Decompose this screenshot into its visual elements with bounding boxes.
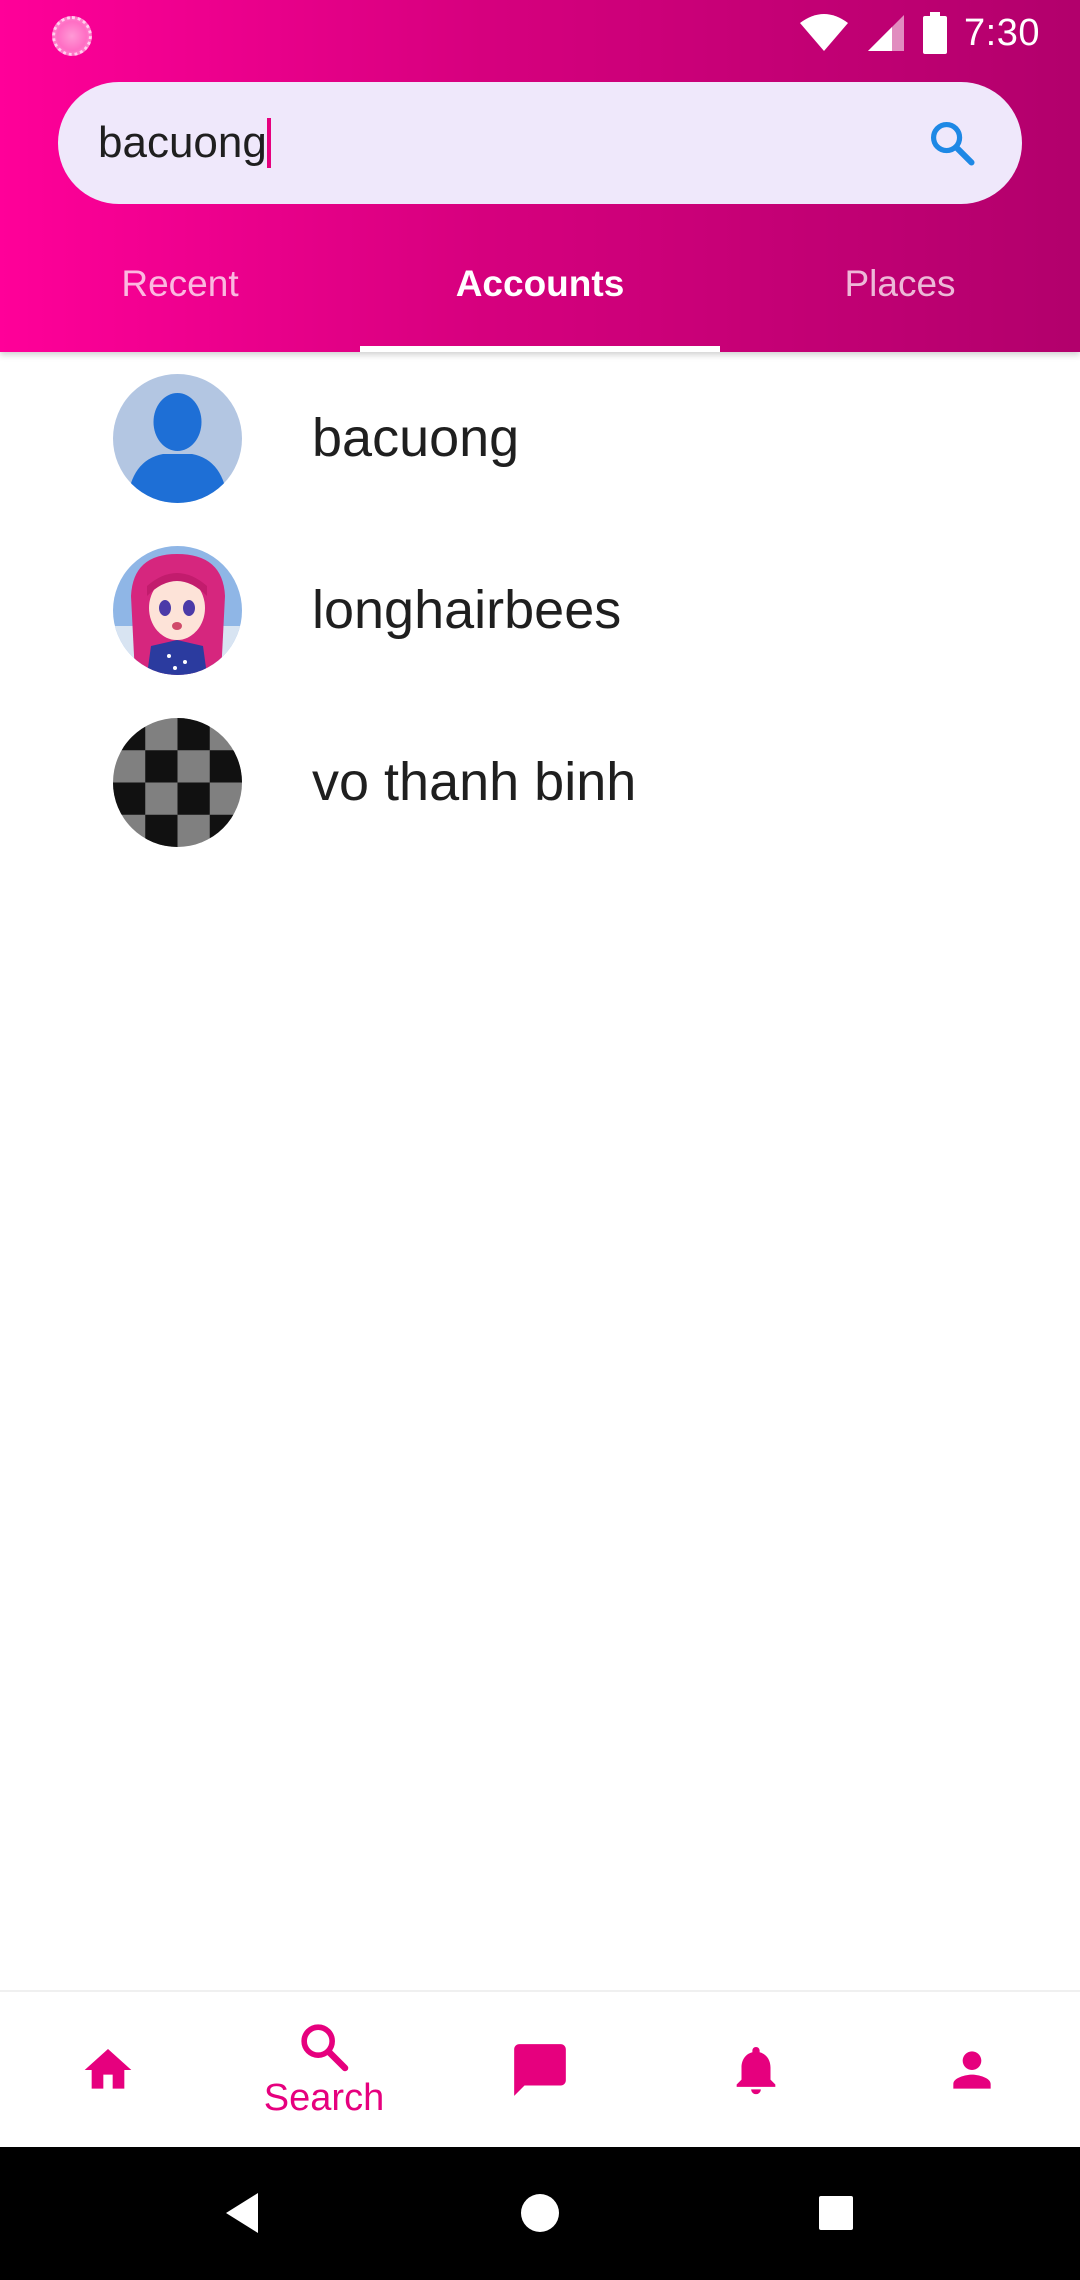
bell-icon bbox=[736, 2046, 776, 2094]
avatar bbox=[113, 717, 242, 847]
battery-icon bbox=[923, 12, 948, 54]
system-back-button[interactable] bbox=[210, 2181, 274, 2245]
account-result-item[interactable]: longhairbees bbox=[0, 524, 1080, 696]
status-time: 7:30 bbox=[964, 11, 1040, 54]
search-tabs: Recent Accounts Places bbox=[0, 236, 1080, 352]
avatar bbox=[113, 373, 242, 503]
nav-search[interactable]: Search bbox=[216, 1992, 432, 2147]
tab-places[interactable]: Places bbox=[720, 236, 1080, 352]
nav-messages[interactable] bbox=[432, 1992, 648, 2147]
wifi-icon bbox=[800, 14, 849, 51]
nav-search-label: Search bbox=[263, 2077, 385, 2119]
system-home-button[interactable] bbox=[508, 2181, 572, 2245]
search-icon bbox=[930, 121, 975, 166]
status-icons: 7:30 bbox=[798, 8, 1040, 58]
person-icon bbox=[953, 2050, 991, 2089]
nav-notifications[interactable] bbox=[648, 1992, 864, 2147]
search-icon bbox=[301, 2024, 349, 2072]
tab-places-label: Places bbox=[844, 263, 956, 304]
account-results-list: bacuong longhairbees vo thanh binh bbox=[0, 352, 1080, 868]
home-icon bbox=[84, 2048, 132, 2089]
recents-square-icon bbox=[819, 2196, 853, 2230]
default-person-avatar-icon bbox=[113, 373, 242, 503]
search-submit-button[interactable] bbox=[912, 103, 992, 183]
nav-home[interactable] bbox=[0, 1992, 216, 2147]
account-name: longhairbees bbox=[312, 580, 622, 640]
nav-profile[interactable] bbox=[864, 1992, 1080, 2147]
home-circle-icon bbox=[521, 2194, 559, 2232]
search-bar[interactable]: bacuong bbox=[58, 82, 1022, 204]
chat-icon bbox=[514, 2043, 566, 2096]
account-result-item[interactable]: bacuong bbox=[0, 352, 1080, 524]
text-cursor bbox=[266, 118, 271, 168]
back-triangle-icon bbox=[226, 2193, 258, 2233]
account-name: bacuong bbox=[312, 408, 520, 468]
account-name: vo thanh binh bbox=[312, 752, 637, 812]
bottom-navigation: Search bbox=[0, 1990, 1080, 2147]
account-result-item[interactable]: vo thanh binh bbox=[0, 696, 1080, 868]
tab-accounts-label: Accounts bbox=[455, 263, 625, 304]
search-input-value[interactable]: bacuong bbox=[98, 118, 267, 168]
search-field[interactable]: bacuong bbox=[98, 118, 912, 168]
anime-girl-avatar-icon bbox=[113, 545, 242, 675]
tab-recent-label: Recent bbox=[121, 263, 239, 304]
cell-signal-icon bbox=[868, 15, 905, 51]
tab-accounts[interactable]: Accounts bbox=[360, 236, 720, 352]
tab-recent[interactable]: Recent bbox=[0, 236, 360, 352]
checkerboard-avatar-icon bbox=[113, 717, 242, 847]
app-header: 7:30 bacuong Recent Accounts Places bbox=[0, 0, 1080, 352]
notification-dot-icon bbox=[52, 16, 92, 56]
avatar bbox=[113, 545, 242, 675]
status-bar: 7:30 bbox=[0, 0, 1080, 66]
system-recents-button[interactable] bbox=[804, 2181, 868, 2245]
system-navigation-bar bbox=[0, 2147, 1080, 2280]
